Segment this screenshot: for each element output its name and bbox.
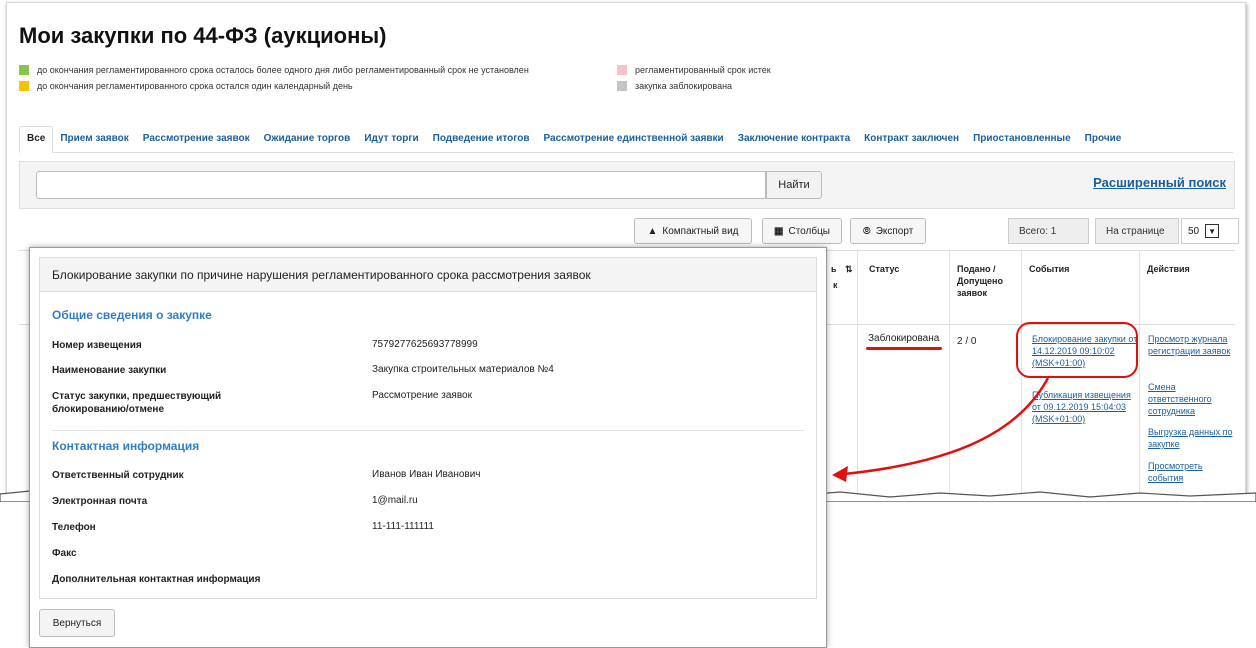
submitted-count: 2 / 0 <box>957 336 977 347</box>
column-divider <box>949 251 950 496</box>
tab-awaiting-auction[interactable]: Ожидание торгов <box>257 133 358 152</box>
column-header-events[interactable]: События <box>1029 263 1069 275</box>
status-tabs: Все Прием заявок Рассмотрение заявок Ожи… <box>19 123 1233 153</box>
legend-text: до окончания регламентированного срока о… <box>37 65 529 75</box>
event-link-publication[interactable]: Публикация извещения от 09.12.2019 15:04… <box>1032 389 1132 425</box>
legend-item-pink: регламентированный срок истек <box>617 65 771 75</box>
tab-summarizing[interactable]: Подведение итогов <box>426 133 537 152</box>
per-page-select[interactable]: 50 ▼ <box>1181 218 1239 244</box>
per-page-label: На странице <box>1095 218 1179 244</box>
export-button[interactable]: ⦾ Экспорт <box>850 218 926 244</box>
tab-all[interactable]: Все <box>19 126 54 153</box>
column-header-partial: ь <box>831 264 837 274</box>
legend-item-yellow: до окончания регламентированного срока о… <box>19 81 353 91</box>
page-title: Мои закупки по 44-ФЗ (аукционы) <box>19 23 387 48</box>
columns-label: Столбцы <box>788 225 830 237</box>
fax-label: Факс <box>52 548 77 559</box>
notice-number-label: Номер извещения <box>52 340 142 351</box>
chevron-down-icon: ▼ <box>1205 224 1220 238</box>
columns-button[interactable]: ▦ Столбцы <box>762 218 842 244</box>
search-button[interactable]: Найти <box>766 171 822 199</box>
additional-contact-label: Дополнительная контактная информация <box>52 574 261 585</box>
per-page-value: 50 <box>1188 225 1200 237</box>
column-divider <box>857 251 858 496</box>
export-icon: ⦾ <box>862 225 871 237</box>
blocking-details-modal: Блокирование закупки по причине нарушени… <box>29 247 827 648</box>
phone-value: 11-111-111111 <box>372 521 434 532</box>
action-link-journal[interactable]: Просмотр журнала регистрации заявок <box>1148 333 1244 357</box>
email-value: 1@mail.ru <box>372 495 418 506</box>
total-count: Всего: 1 <box>1008 218 1089 244</box>
grid-icon: ▦ <box>774 225 784 237</box>
tab-contract-signed[interactable]: Контракт заключен <box>857 133 966 152</box>
modal-body: Общие сведения о закупке Номер извещения… <box>39 291 817 599</box>
tab-other[interactable]: Прочие <box>1078 133 1129 152</box>
email-label: Электронная почта <box>52 496 148 507</box>
chevron-up-icon: ▲ <box>647 225 658 237</box>
responsible-employee-label: Ответственный сотрудник <box>52 470 184 481</box>
column-header-status[interactable]: Статус <box>869 263 899 275</box>
general-section-title: Общие сведения о закупке <box>52 308 212 322</box>
phone-label: Телефон <box>52 522 96 533</box>
column-divider <box>1139 251 1140 496</box>
tab-contract-signing[interactable]: Заключение контракта <box>731 133 857 152</box>
column-header-actions[interactable]: Действия <box>1147 263 1190 275</box>
search-input[interactable] <box>36 171 766 199</box>
legend-text: регламентированный срок истек <box>635 65 771 75</box>
column-header-submitted[interactable]: Подано / Допущено заявок <box>957 263 1021 299</box>
tab-single-bid-review[interactable]: Рассмотрение единственной заявки <box>536 133 730 152</box>
action-link-export-data[interactable]: Выгрузка данных по закупке <box>1148 426 1244 450</box>
tab-suspended[interactable]: Приостановленные <box>966 133 1078 152</box>
procurement-name-value: Закупка строительных материалов №4 <box>372 364 554 375</box>
sort-icon[interactable]: ⇅ <box>845 263 853 275</box>
tab-auction-running[interactable]: Идут торги <box>357 133 425 152</box>
compact-view-button[interactable]: ▲ Компактный вид <box>634 218 752 244</box>
previous-status-value: Рассмотрение заявок <box>372 390 472 401</box>
tab-accepting-bids[interactable]: Прием заявок <box>53 133 135 152</box>
column-header-partial: к <box>833 280 838 290</box>
back-button[interactable]: Вернуться <box>39 609 115 637</box>
contact-section-title: Контактная информация <box>52 439 200 453</box>
procurement-name-label: Наименование закупки <box>52 365 167 376</box>
legend-text: до окончания регламентированного срока о… <box>37 81 353 91</box>
action-link-change-employee[interactable]: Смена ответственного сотрудника <box>1148 381 1238 417</box>
legend-item-green: до окончания регламентированного срока о… <box>19 65 529 75</box>
tab-reviewing-bids[interactable]: Рассмотрение заявок <box>136 133 257 152</box>
action-link-view-events[interactable]: Просмотреть события <box>1148 460 1238 484</box>
legend-text: закупка заблокирована <box>635 81 733 91</box>
legend-swatch-icon <box>617 65 627 75</box>
modal-title: Блокирование закупки по причине нарушени… <box>39 257 817 291</box>
section-divider <box>52 430 804 431</box>
legend-swatch-icon <box>19 65 29 75</box>
legend-item-gray: закупка заблокирована <box>617 81 732 91</box>
export-label: Экспорт <box>875 225 914 237</box>
event-annotation-oval <box>1016 322 1138 378</box>
previous-status-label: Статус закупки, предшествующий блокирова… <box>52 391 222 415</box>
responsible-employee-value: Иванов Иван Иванович <box>372 469 481 480</box>
status-annotation-underline <box>866 347 942 350</box>
status-value: Заблокирована <box>868 333 940 344</box>
compact-view-label: Компактный вид <box>662 225 739 237</box>
notice-number-value: 7579277625693778999 <box>372 339 478 350</box>
search-panel: Найти Расширенный поиск <box>19 161 1235 209</box>
legend-swatch-icon <box>617 81 627 91</box>
advanced-search-link[interactable]: Расширенный поиск <box>1093 175 1226 190</box>
legend-swatch-icon <box>19 81 29 91</box>
